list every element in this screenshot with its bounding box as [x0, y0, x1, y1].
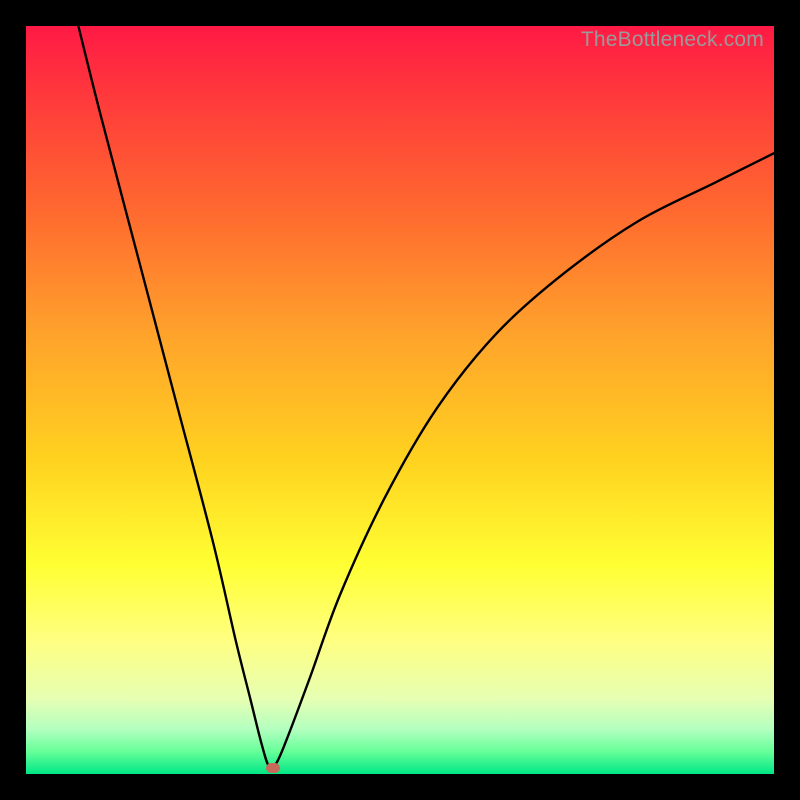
plot-area: TheBottleneck.com — [26, 26, 774, 774]
optimal-point-marker — [266, 763, 280, 773]
bottleneck-curve — [26, 26, 774, 774]
chart-frame: TheBottleneck.com — [0, 0, 800, 800]
